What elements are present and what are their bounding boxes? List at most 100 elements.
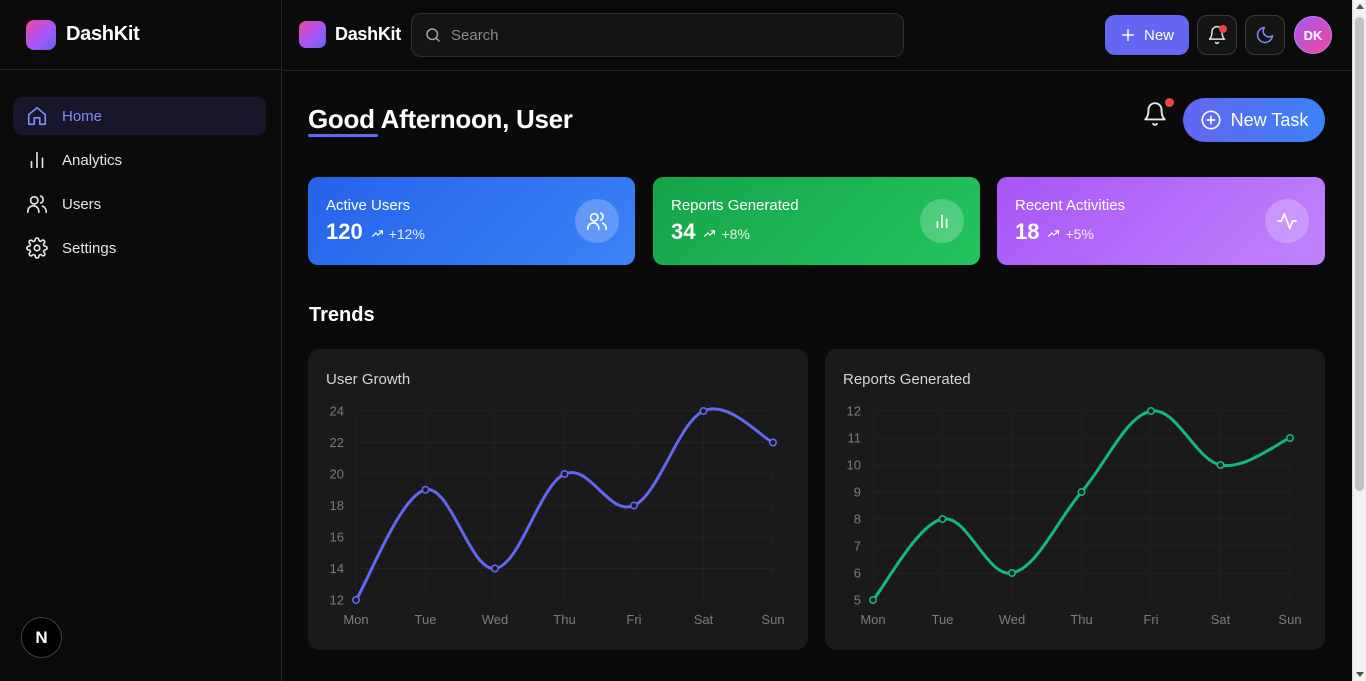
y-tick-label: 24 — [330, 404, 344, 419]
logo-icon — [26, 19, 56, 50]
scroll-down-arrow[interactable] — [1356, 672, 1364, 677]
data-point — [351, 596, 360, 605]
stat-card-reports-generated[interactable]: Reports Generated 34 +8% — [653, 177, 980, 265]
x-tick-label: Wed — [999, 612, 1026, 627]
chart-card-reports-generated: Reports Generated 5 6 7 8 9 10 11 12 Mon Tue Wed Th… — [825, 349, 1325, 650]
moon-icon — [1256, 26, 1274, 44]
new-task-label: New Task — [1230, 109, 1309, 130]
sidebar-brand[interactable]: DashKit — [0, 0, 281, 70]
sidebar-item-analytics[interactable]: Analytics — [13, 141, 266, 179]
x-tick-label: Sat — [694, 612, 714, 627]
sidebar-item-users[interactable]: Users — [13, 185, 266, 223]
y-tick-label: 8 — [854, 512, 861, 527]
sidebar-item-settings[interactable]: Settings — [13, 229, 266, 267]
data-point — [1216, 461, 1225, 470]
gear-icon — [26, 237, 48, 259]
stat-title: Recent Activities — [1015, 197, 1126, 214]
page-title: Good Afternoon, User — [308, 104, 573, 134]
brand-name: DashKit — [66, 23, 140, 45]
new-task-button[interactable]: New Task — [1183, 98, 1325, 142]
bell-icon — [1144, 102, 1166, 126]
y-tick-label: 10 — [847, 458, 861, 473]
data-point — [491, 564, 500, 573]
home-icon — [27, 106, 47, 126]
stat-trend-text: +8% — [721, 225, 750, 242]
y-tick-label: 22 — [330, 435, 344, 450]
topbar-brand[interactable]: DashKit — [299, 21, 401, 48]
x-tick-label: Fri — [1143, 612, 1158, 627]
users-icon — [587, 212, 607, 231]
framework-badge[interactable]: N — [21, 617, 62, 658]
title-underline — [308, 134, 378, 137]
y-tick-label: 14 — [330, 561, 344, 576]
trending-up-icon — [371, 230, 383, 237]
trending-up-icon — [1048, 230, 1060, 237]
x-tick-label: Mon — [343, 612, 368, 627]
stat-trend: +8% — [703, 225, 750, 242]
brand-name: DashKit — [335, 24, 401, 44]
stat-icon-badge — [920, 199, 964, 243]
stat-trend-text: +5% — [1065, 225, 1094, 242]
topbar: DashKit New DK — [283, 0, 1352, 71]
stat-card-recent-activities[interactable]: Recent Activities 18 +5% — [997, 177, 1325, 265]
stat-trend: +5% — [1047, 225, 1094, 242]
data-point — [699, 406, 708, 415]
stat-trend-text: +12% — [388, 225, 425, 242]
stat-card-active-users[interactable]: Active Users 120 +12% — [308, 177, 635, 265]
sidebar: DashKit Home Analytics Users Settings — [0, 0, 282, 681]
search-box[interactable] — [411, 13, 904, 57]
activity-icon — [1277, 212, 1297, 230]
data-point — [1285, 434, 1294, 443]
plus-circle-icon — [1201, 110, 1221, 130]
x-tick-label: Tue — [932, 612, 954, 627]
notification-dot — [1165, 98, 1174, 107]
data-point — [768, 438, 777, 447]
chart-card-user-growth: User Growth 12 14 16 18 20 22 24 Mon Tue Wed Thu Fr… — [308, 349, 808, 650]
y-tick-label: 16 — [330, 530, 344, 545]
stat-value: 18 — [1015, 219, 1040, 244]
scroll-thumb[interactable] — [1355, 17, 1364, 491]
data-point — [868, 596, 877, 605]
y-tick-label: 12 — [330, 593, 344, 608]
y-tick-label: 7 — [854, 539, 861, 554]
y-tick-label: 20 — [330, 467, 344, 482]
x-tick-label: Tue — [415, 612, 437, 627]
y-tick-label: 6 — [854, 566, 861, 581]
y-tick-label: 5 — [854, 593, 861, 608]
x-tick-label: Sun — [761, 612, 784, 627]
x-tick-label: Mon — [860, 612, 885, 627]
user-growth-chart: 12 14 16 18 20 22 24 Mon Tue Wed Thu Fri Sat Sun — [330, 404, 785, 628]
sidebar-nav: Home Analytics Users Settings — [0, 70, 281, 267]
search-icon — [426, 28, 440, 42]
y-tick-label: 11 — [848, 431, 862, 446]
new-button[interactable]: New — [1105, 15, 1189, 55]
data-point — [560, 470, 569, 479]
bar-chart-icon — [936, 214, 948, 229]
scroll-up-arrow[interactable] — [1356, 4, 1364, 9]
stat-value: 120 — [326, 219, 363, 244]
sidebar-item-label: Settings — [62, 239, 117, 257]
x-tick-label: Sat — [1211, 612, 1231, 627]
notification-dot — [1219, 25, 1227, 33]
stat-value: 34 — [671, 219, 696, 244]
page-scrollbar[interactable] — [1352, 0, 1366, 681]
x-tick-label: Fri — [626, 612, 641, 627]
data-point — [1008, 569, 1017, 578]
x-tick-label: Thu — [553, 612, 575, 627]
bar-chart-icon — [30, 151, 44, 169]
trending-up-icon — [704, 230, 716, 237]
stat-trend: +12% — [371, 226, 425, 242]
reports-generated-chart: 5 6 7 8 9 10 11 12 Mon Tue Wed Thu Fri Sat Sun — [847, 404, 1302, 628]
data-point — [421, 485, 430, 494]
data-point — [629, 501, 638, 510]
avatar[interactable]: DK — [1294, 16, 1332, 54]
users-icon — [27, 195, 47, 214]
notifications-button[interactable] — [1197, 15, 1237, 55]
sidebar-item-home[interactable]: Home — [13, 97, 266, 135]
main-notifications-button[interactable] — [1142, 98, 1174, 131]
data-point — [1146, 406, 1155, 415]
search-input[interactable] — [451, 26, 871, 44]
stat-title: Reports Generated — [671, 197, 799, 214]
theme-toggle-button[interactable] — [1245, 15, 1285, 55]
logo-icon — [299, 21, 326, 48]
